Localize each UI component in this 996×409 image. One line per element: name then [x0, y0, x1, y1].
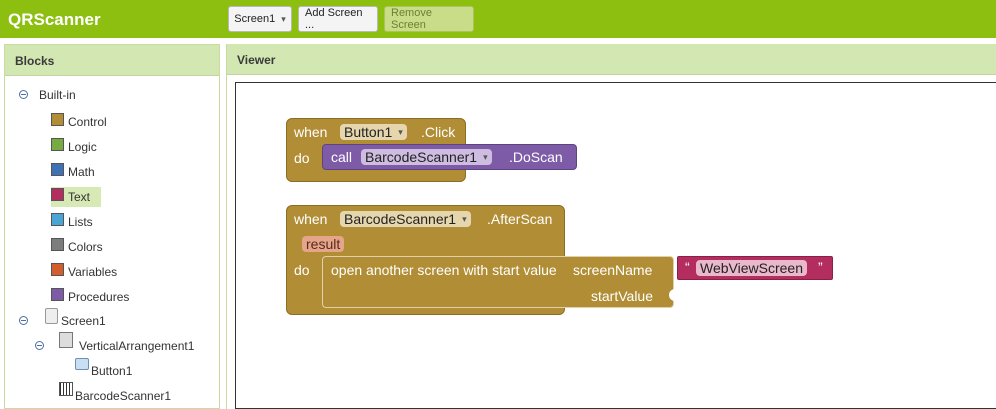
event-block-button-click[interactable]: when Button1 ▾ .Click do call BarcodeSca… [286, 118, 577, 182]
blocks-header: Blocks [5, 45, 219, 76]
event-name-label: .Click [421, 124, 456, 140]
category-color-icon [51, 287, 64, 301]
tree-button1-label: Button1 [91, 364, 133, 378]
builtin-item-label: Text [68, 190, 91, 204]
do-label: do [294, 262, 310, 278]
blocks-panel: Blocks Built-in Screen1 VerticalArrangem… [4, 44, 220, 409]
component-dropdown[interactable]: BarcodeScanner1 ▾ [340, 211, 471, 227]
close-quote-label: ” [818, 259, 823, 275]
builtin-item-label: Procedures [68, 290, 130, 304]
call-block-doscan[interactable]: call BarcodeScanner1 ▾ .DoScan [322, 144, 577, 170]
screen-icon [45, 308, 58, 324]
builtin-item-variables[interactable]: Variables [51, 262, 181, 282]
empty-socket[interactable] [669, 289, 675, 301]
barcode-icon [59, 382, 73, 396]
method-name-label: .DoScan [509, 149, 563, 165]
event-block-after-scan[interactable]: when BarcodeScanner1 ▾ .AfterScan result… [286, 205, 833, 315]
builtin-item-label: Control [68, 115, 107, 129]
when-label: when [294, 211, 328, 227]
category-color-icon [51, 112, 64, 126]
result-param[interactable]: result [302, 236, 345, 252]
chevron-down-icon: ▾ [483, 151, 488, 162]
tree-screen1[interactable]: Screen1 [19, 308, 209, 331]
open-quote-label: “ [685, 259, 690, 275]
start-value-socket-label: startValue [591, 288, 653, 304]
viewer-header: Viewer [227, 44, 996, 75]
remove-screen-button[interactable]: Remove Screen [384, 6, 474, 32]
screen-name-socket-label: screenName [573, 262, 653, 278]
builtin-item-procedures[interactable]: Procedures [51, 287, 181, 307]
viewer-panel: Viewer when Button1 ▾ .Click do call Bar… [226, 44, 996, 409]
vertical-arrangement-icon [59, 332, 73, 348]
builtin-item-text[interactable]: Text [51, 187, 101, 207]
tree-vertical-arrangement[interactable]: VerticalArrangement1 [35, 332, 215, 356]
call-label: call [331, 149, 353, 165]
collapse-icon[interactable] [19, 316, 28, 325]
builtin-item-logic[interactable]: Logic [51, 137, 181, 157]
add-screen-button[interactable]: Add Screen ... [298, 6, 378, 32]
category-color-icon [51, 137, 64, 151]
category-color-icon [51, 212, 64, 226]
do-label: do [294, 150, 310, 166]
app-title: QRScanner [8, 10, 101, 29]
string-value-field[interactable]: WebViewScreen [696, 260, 807, 276]
collapse-icon[interactable] [19, 90, 28, 99]
builtin-item-label: Colors [68, 240, 103, 254]
chevron-down-icon: ▾ [398, 126, 403, 137]
event-name-label: .AfterScan [487, 211, 553, 227]
screen-select-label: Screen1 [234, 13, 276, 25]
method-component-dropdown[interactable]: BarcodeScanner1 ▾ [361, 149, 492, 165]
when-label: when [294, 124, 328, 140]
category-color-icon [51, 237, 64, 251]
screen-select[interactable]: Screen1 ▾ [228, 6, 292, 32]
tree-builtin-label: Built-in [39, 88, 76, 102]
tree-barcode-scanner-label: BarcodeScanner1 [75, 389, 172, 403]
category-color-icon [51, 162, 64, 176]
chevron-down-icon: ▾ [462, 213, 467, 224]
text-string-block[interactable]: “ WebViewScreen ” [677, 256, 833, 280]
category-color-icon [51, 187, 64, 201]
tree-barcode-scanner[interactable]: BarcodeScanner1 [59, 382, 209, 406]
blocks-workspace[interactable]: when Button1 ▾ .Click do call BarcodeSca… [235, 82, 996, 409]
builtin-item-lists[interactable]: Lists [51, 212, 181, 232]
builtin-item-control[interactable]: Control [51, 112, 181, 132]
top-bar: QRScanner Screen1 ▾ Add Screen ... Remov… [0, 0, 996, 38]
builtin-item-colors[interactable]: Colors [51, 237, 181, 257]
tree-builtin[interactable]: Built-in [19, 85, 209, 105]
builtin-item-label: Lists [68, 215, 93, 229]
tree-button1[interactable]: Button1 [75, 358, 195, 381]
component-dropdown[interactable]: Button1 ▾ [340, 124, 407, 140]
collapse-icon[interactable] [35, 341, 44, 350]
tree-vertical-arrangement-label: VerticalArrangement1 [79, 339, 195, 353]
component-dropdown-label: Button1 [344, 124, 393, 140]
builtin-item-label: Variables [68, 265, 118, 279]
builtin-item-label: Math [68, 165, 95, 179]
method-component-label: BarcodeScanner1 [365, 149, 478, 165]
action-label: open another screen with start value [331, 262, 557, 278]
tree-screen1-label: Screen1 [61, 314, 106, 328]
button-icon [75, 358, 89, 370]
open-another-screen-block[interactable]: open another screen with start value scr… [322, 256, 675, 308]
category-color-icon [51, 262, 64, 276]
component-dropdown-label: BarcodeScanner1 [344, 211, 457, 227]
builtin-item-label: Logic [68, 140, 97, 154]
builtin-item-math[interactable]: Math [51, 162, 181, 182]
chevron-down-icon: ▾ [281, 13, 286, 24]
